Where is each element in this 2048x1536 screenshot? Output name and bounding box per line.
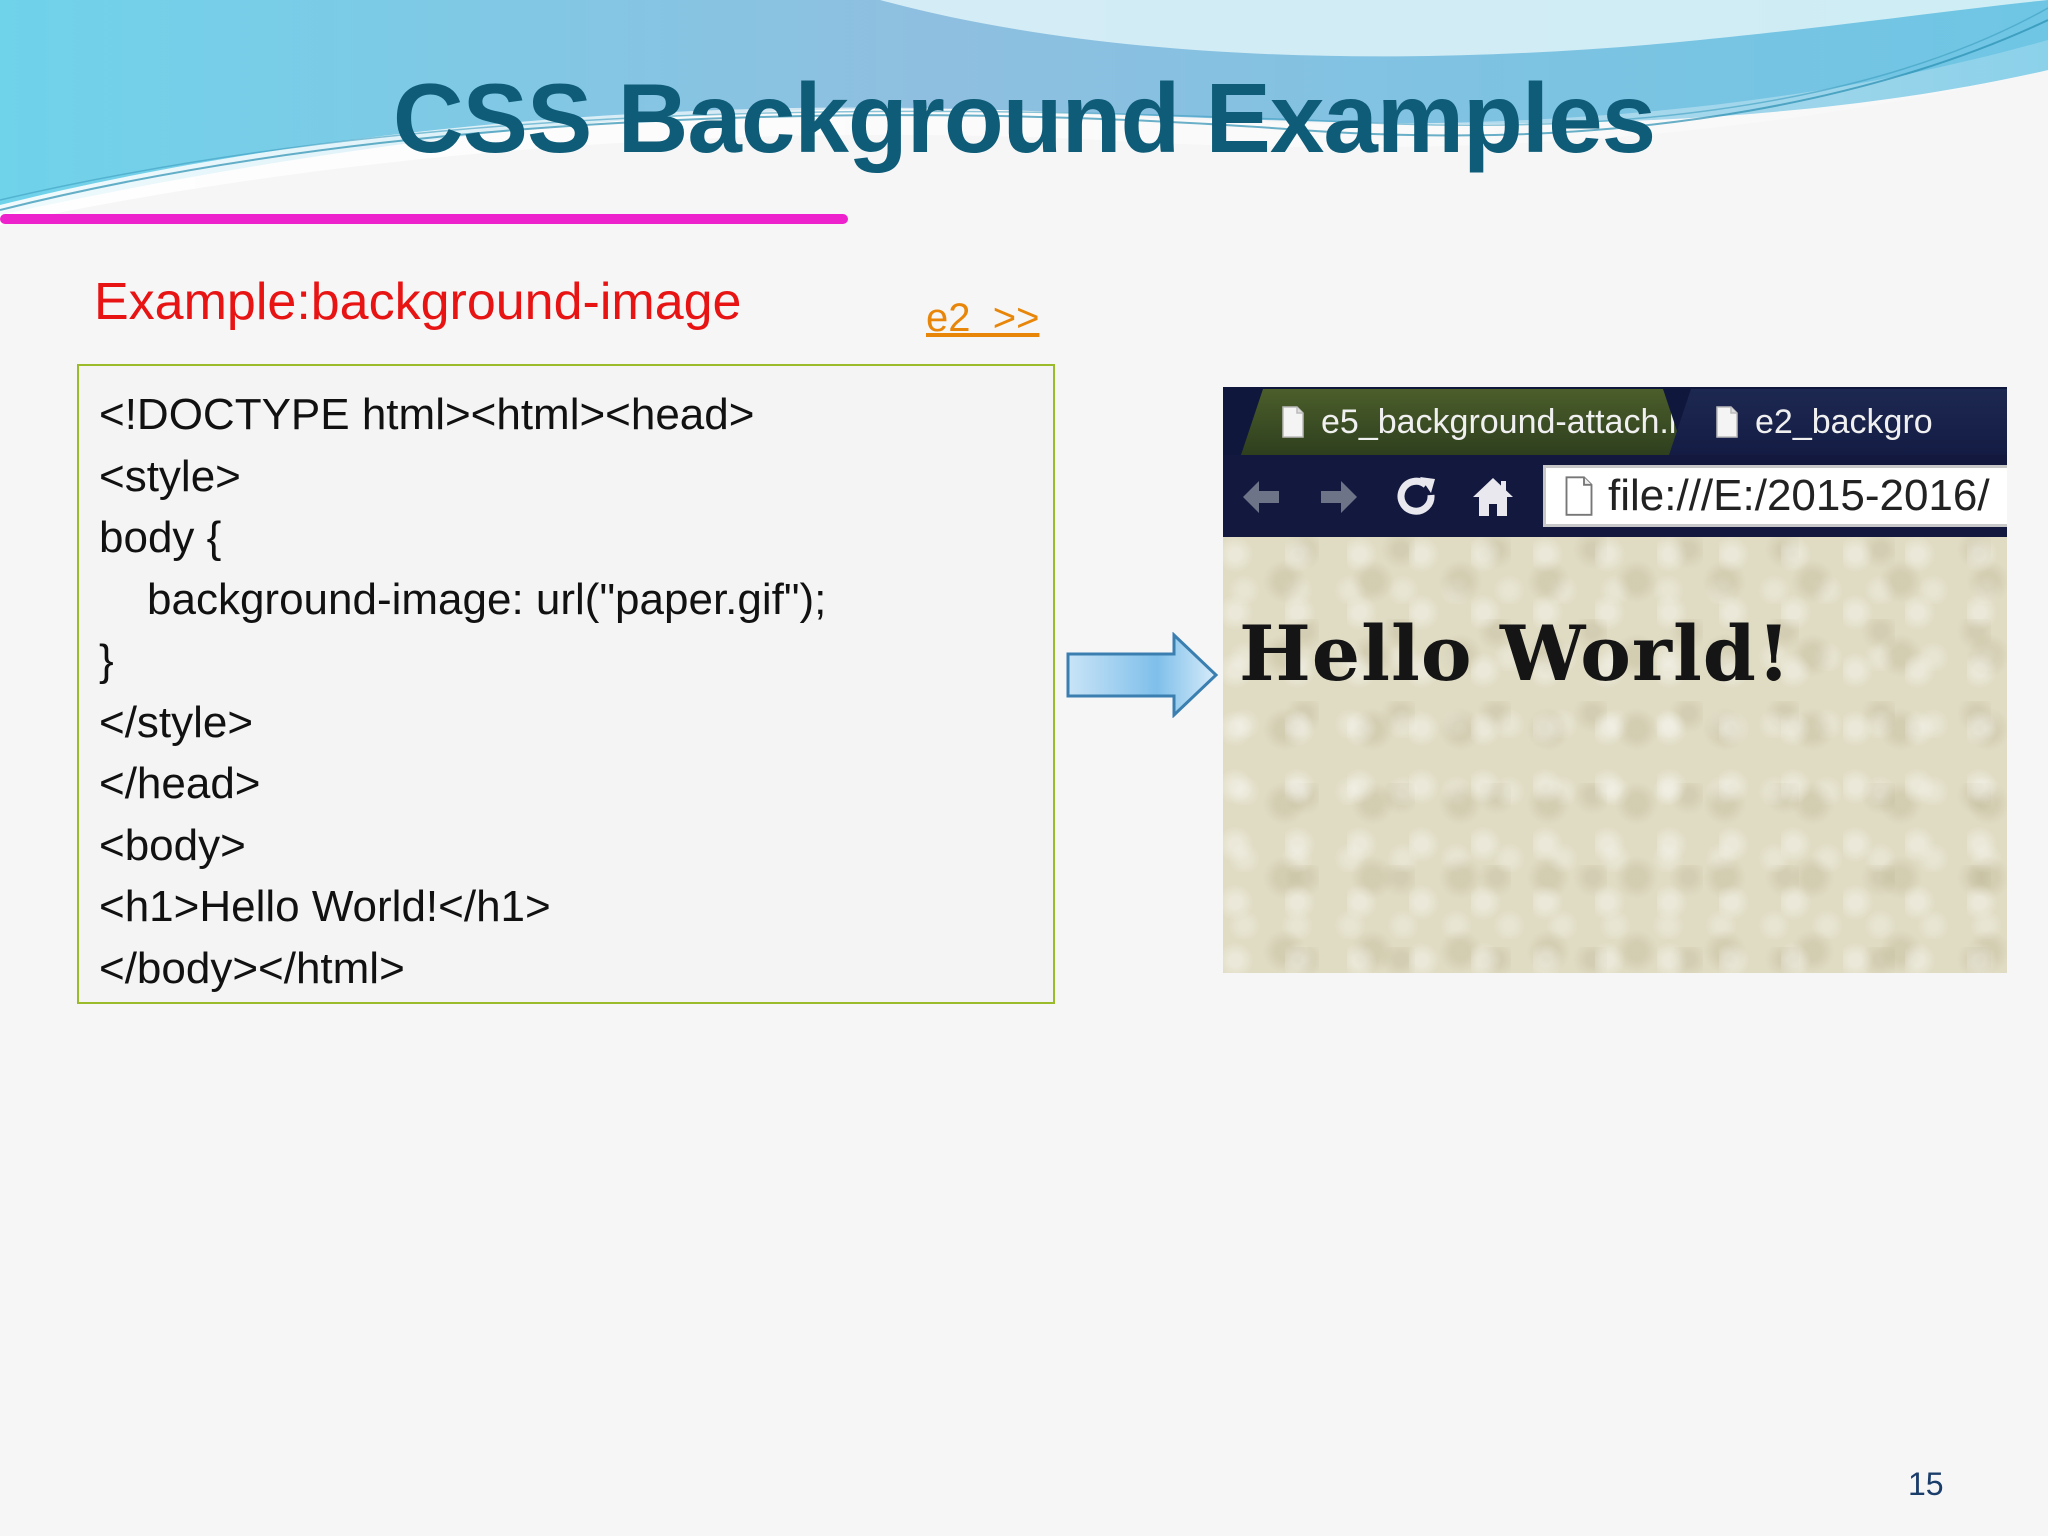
page-heading: Hello World! [1239, 609, 1792, 698]
rendered-page-paper-background: Hello World! [1223, 537, 2007, 973]
browser-screenshot: e5_background-attach.htr × e2_backgro [1223, 387, 2007, 973]
code-line: </head> [99, 759, 261, 808]
code-line: <body> [99, 820, 246, 870]
browser-tab-active[interactable]: e5_background-attach.htr × [1241, 389, 1685, 455]
right-arrow-icon [1066, 632, 1219, 718]
code-line: </style> [99, 697, 254, 747]
browser-tab[interactable]: e2_backgro [1669, 389, 2007, 455]
home-icon[interactable] [1469, 473, 1517, 521]
browser-toolbar: file:///E:/2015-2016/ [1223, 455, 2007, 537]
slide-title: CSS Background Examples [392, 63, 1656, 173]
page-icon [1565, 476, 1593, 516]
address-text: file:///E:/2015-2016/ [1608, 471, 1990, 520]
tab-label: e5_background-attach.htr [1321, 402, 1685, 441]
code-line: body { [99, 513, 222, 562]
code-line: <h1>Hello World!</h1> [99, 882, 551, 931]
example-subtitle: Example:background-image [94, 273, 742, 331]
page-icon [1282, 406, 1304, 438]
back-arrow-icon[interactable] [1237, 473, 1285, 521]
code-line: <style> [99, 451, 241, 501]
reload-icon[interactable] [1393, 473, 1441, 521]
browser-tabstrip: e5_background-attach.htr × e2_backgro [1223, 387, 2007, 455]
forward-arrow-icon[interactable] [1315, 473, 1363, 521]
code-line: } [99, 636, 114, 685]
code-line: </body></html> [99, 943, 405, 993]
page-icon [1716, 406, 1738, 438]
title-underline [0, 214, 848, 224]
tab-label: e2_backgro [1755, 402, 1933, 441]
slide-number: 15 [1908, 1466, 1944, 1502]
code-line: background-image: url("paper.gif"); [147, 574, 827, 624]
code-line: <!DOCTYPE html><html><head> [99, 390, 755, 439]
address-bar[interactable]: file:///E:/2015-2016/ [1543, 465, 2007, 527]
code-listing: <!DOCTYPE html><html><head> <style> body… [77, 364, 1055, 1004]
next-example-link[interactable]: e2 >> [926, 296, 1039, 341]
